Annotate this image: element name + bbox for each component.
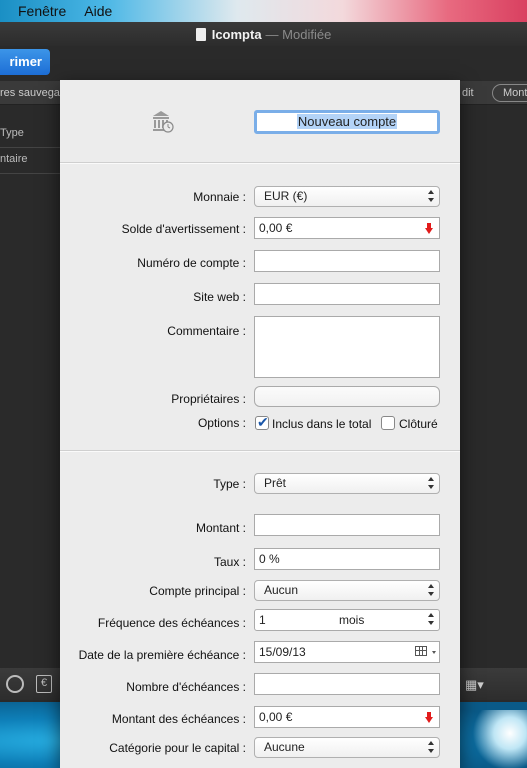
window-titlebar: Icompta — Modifiée bbox=[0, 22, 527, 46]
count-field[interactable] bbox=[254, 673, 440, 695]
document-icon bbox=[195, 27, 206, 41]
rate-field[interactable]: 0 % bbox=[254, 548, 440, 570]
account-name-value: Nouveau compte bbox=[296, 114, 398, 129]
grid-icon[interactable]: ▦▾ bbox=[465, 677, 484, 693]
first-date-value: 15/09/13 bbox=[259, 645, 306, 659]
new-account-sheet: Nouveau compte Monnaie : EUR (€) Solde d… bbox=[60, 80, 460, 768]
frequency-label: Fréquence des échéances : bbox=[97, 616, 246, 630]
account-number-label: Numéro de compte : bbox=[137, 256, 246, 270]
capital-category-value: Aucune bbox=[264, 740, 305, 754]
section-divider bbox=[60, 162, 460, 164]
main-account-select[interactable]: Aucun bbox=[254, 580, 440, 601]
installment-value: 0,00 € bbox=[259, 710, 293, 724]
owners-label: Propriétaires : bbox=[171, 392, 246, 406]
include-total-checkbox[interactable] bbox=[255, 414, 269, 431]
warning-balance-label: Solde d'avertissement : bbox=[121, 222, 246, 236]
menu-fenetre[interactable]: Fenêtre bbox=[18, 3, 66, 19]
website-field[interactable] bbox=[254, 283, 440, 305]
capital-category-select[interactable]: Aucune bbox=[254, 737, 440, 758]
stepper-arrows-icon bbox=[428, 477, 434, 490]
down-arrow-icon[interactable] bbox=[425, 223, 433, 234]
amount-field[interactable] bbox=[254, 514, 440, 536]
installment-field[interactable]: 0,00 € bbox=[254, 706, 440, 728]
calendar-icon[interactable] bbox=[415, 646, 427, 656]
frequency-field[interactable]: 1 mois bbox=[254, 609, 440, 631]
window-title: Icompta bbox=[211, 26, 262, 42]
first-date-field[interactable]: 15/09/13 bbox=[254, 641, 440, 663]
divider bbox=[0, 147, 60, 148]
warning-balance-value: 0,00 € bbox=[259, 221, 293, 235]
count-label: Nombre d'échéances : bbox=[126, 680, 246, 694]
globe-icon[interactable] bbox=[6, 675, 24, 693]
currency-select[interactable]: EUR (€) bbox=[254, 186, 440, 207]
capital-category-label: Catégorie pour le capital : bbox=[109, 741, 246, 755]
toolbar: rimer bbox=[0, 46, 527, 81]
website-label: Site web : bbox=[193, 290, 246, 304]
amount-label: Montant : bbox=[195, 521, 246, 535]
type-select[interactable]: Prêt bbox=[254, 473, 440, 494]
comment-label: Commentaire : bbox=[167, 324, 246, 338]
stepper-arrows-icon bbox=[428, 584, 434, 597]
installment-label: Montant des échéances : bbox=[111, 712, 246, 726]
currency-label: Monnaie : bbox=[193, 190, 246, 204]
closed-label[interactable]: Clôturé bbox=[399, 417, 438, 431]
tab-saves[interactable]: res sauvega bbox=[0, 81, 60, 105]
type-label: Type : bbox=[213, 477, 246, 491]
stepper-arrows-icon bbox=[428, 190, 434, 203]
section-divider bbox=[60, 450, 460, 452]
comment-textarea[interactable] bbox=[254, 316, 440, 378]
tab-amount[interactable]: Mont bbox=[492, 84, 527, 102]
bank-icon bbox=[153, 111, 174, 133]
main-account-value: Aucun bbox=[264, 583, 299, 597]
warning-balance-field[interactable]: 0,00 € bbox=[254, 217, 440, 239]
menu-aide[interactable]: Aide bbox=[84, 3, 112, 19]
options-label: Options : bbox=[197, 416, 246, 430]
frequency-unit: mois bbox=[339, 613, 365, 627]
column-header-comment[interactable]: ntaire bbox=[0, 153, 28, 165]
account-number-field[interactable] bbox=[254, 250, 440, 272]
down-arrow-icon[interactable] bbox=[425, 712, 433, 723]
currency-icon[interactable]: € bbox=[36, 675, 52, 693]
first-date-label: Date de la première échéance : bbox=[78, 648, 246, 662]
include-total-label[interactable]: Inclus dans le total bbox=[272, 417, 371, 431]
rate-label: Taux : bbox=[213, 555, 246, 569]
stepper-arrows-icon[interactable] bbox=[428, 613, 434, 626]
rate-value: 0 % bbox=[259, 552, 280, 566]
divider bbox=[0, 173, 60, 174]
main-account-label: Compte principal : bbox=[149, 584, 246, 598]
column-header-type[interactable]: Type bbox=[0, 127, 24, 139]
tab-edit[interactable]: dit bbox=[462, 81, 474, 105]
owners-token-field[interactable] bbox=[254, 386, 440, 407]
window-status: — Modifiée bbox=[265, 26, 332, 42]
closed-checkbox[interactable] bbox=[381, 416, 395, 430]
stepper-arrows-icon bbox=[428, 741, 434, 754]
account-name-field[interactable]: Nouveau compte bbox=[254, 110, 440, 134]
chevron-down-icon[interactable] bbox=[432, 651, 436, 654]
frequency-value: 1 bbox=[259, 613, 266, 627]
print-button[interactable]: rimer bbox=[0, 49, 50, 75]
currency-value: EUR (€) bbox=[264, 189, 308, 203]
menubar: Fenêtre Aide bbox=[0, 0, 527, 22]
type-value: Prêt bbox=[264, 476, 287, 490]
